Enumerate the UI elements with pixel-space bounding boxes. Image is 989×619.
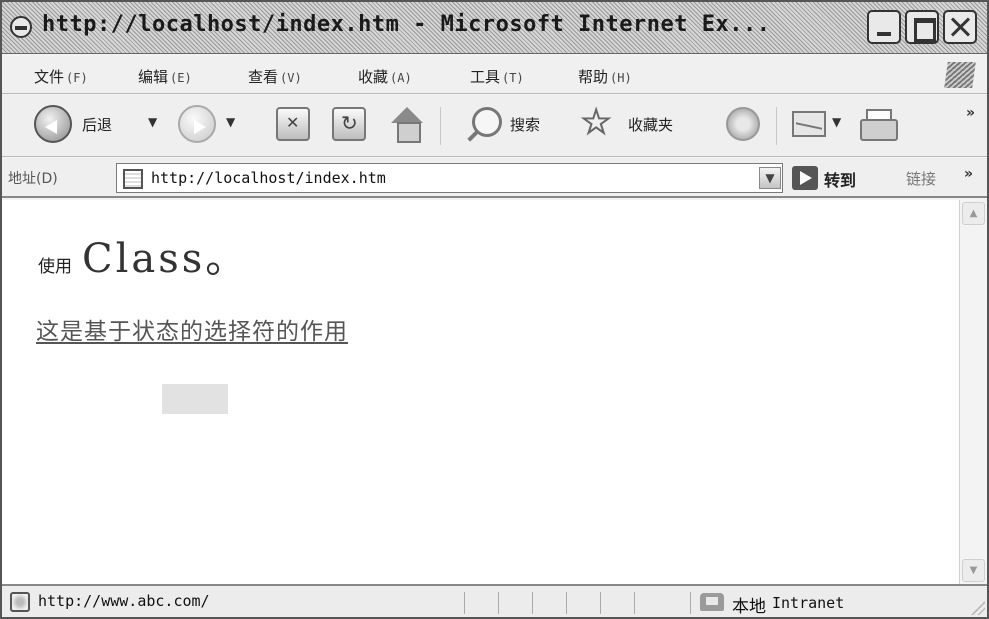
intranet-zone-icon [700, 593, 724, 611]
vertical-scrollbar[interactable]: ▲ ▼ [959, 200, 987, 584]
state-selector-link[interactable]: 这是基于状态的选择符的作用 [36, 312, 348, 346]
browser-window: http://localhost/index.htm - Microsoft I… [0, 0, 989, 619]
menu-favorites-accel: (A) [390, 71, 412, 85]
status-divider [532, 592, 533, 614]
page-content: 使用 Class。 这是基于状态的选择符的作用 [2, 200, 959, 584]
go-button-label[interactable]: 转到 [824, 167, 856, 191]
status-divider [690, 592, 691, 614]
zone-label-en: Intranet [772, 594, 845, 612]
favorites-star-icon[interactable]: ☆ [579, 104, 612, 141]
back-dropdown-icon[interactable]: ▼ [148, 115, 157, 129]
status-url: http://www.abc.com/ [38, 592, 210, 610]
status-page-icon [10, 592, 30, 612]
menu-file[interactable]: 文件 (F) [34, 66, 88, 87]
toolbar: 后退 ▼ ▼ 搜索 ☆ 收藏夹 ▼ » [2, 95, 987, 157]
chevron-down-icon[interactable]: ▼ [759, 167, 781, 189]
back-button-label[interactable]: 后退 [82, 114, 112, 135]
refresh-icon[interactable] [332, 107, 366, 141]
stop-icon[interactable] [276, 107, 310, 141]
address-label: 地址(D) [8, 171, 58, 187]
ie-page-icon [10, 16, 32, 38]
menu-help-label: 帮助 [578, 68, 609, 86]
address-url[interactable]: http://localhost/index.htm [151, 169, 386, 187]
toolbar-separator [440, 107, 441, 145]
menu-tools-label: 工具 [470, 68, 501, 86]
menu-favorites-label: 收藏 [358, 68, 389, 86]
resize-grip-icon[interactable] [971, 601, 985, 615]
page-icon [123, 169, 143, 189]
print-icon[interactable] [860, 109, 898, 141]
menu-edit[interactable]: 编辑 (E) [138, 66, 192, 87]
scroll-up-icon[interactable]: ▲ [962, 202, 985, 225]
links-more-chevron[interactable]: » [964, 166, 973, 182]
media-icon[interactable] [726, 107, 760, 141]
zone-label-cn: 本地 [732, 597, 766, 617]
mail-dropdown-icon[interactable]: ▼ [832, 115, 841, 129]
close-button[interactable] [943, 10, 977, 44]
title-bar: http://localhost/index.htm - Microsoft I… [2, 2, 987, 54]
links-label[interactable]: 链接 [906, 168, 936, 189]
status-divider [498, 592, 499, 614]
forward-dropdown-icon[interactable]: ▼ [226, 115, 235, 129]
heading-class-text: Class。 [82, 236, 249, 282]
minimize-button[interactable] [867, 10, 901, 44]
menu-tools[interactable]: 工具 (T) [470, 66, 524, 87]
forward-arrow-icon[interactable] [178, 105, 216, 143]
menu-edit-accel: (E) [170, 71, 192, 85]
status-divider [464, 592, 465, 614]
menu-bar: 文件 (F) 编辑 (E) 查看 (V) 收藏 (A) 工具 (T) 帮助 (H) [2, 56, 987, 94]
menu-help-accel: (H) [610, 71, 632, 85]
scroll-down-icon[interactable]: ▼ [962, 559, 985, 582]
menu-file-label: 文件 [34, 68, 65, 86]
menu-favorites[interactable]: 收藏 (A) [358, 66, 412, 87]
windows-logo-icon [944, 62, 976, 88]
window-title: http://localhost/index.htm - Microsoft I… [42, 12, 771, 37]
gray-box [162, 384, 228, 414]
search-button-label[interactable]: 搜索 [510, 114, 540, 135]
menu-view[interactable]: 查看 (V) [248, 66, 302, 87]
menu-help[interactable]: 帮助 (H) [578, 66, 632, 87]
status-divider [566, 592, 567, 614]
home-icon[interactable] [388, 107, 426, 143]
address-bar: 地址(D) http://localhost/index.htm ▼ 转到 链接… [2, 158, 987, 198]
search-icon[interactable] [472, 107, 502, 137]
menu-view-accel: (V) [280, 71, 302, 85]
heading-prefix: 使用 [38, 257, 72, 277]
page-heading: 使用 Class。 [38, 226, 248, 284]
mail-icon[interactable] [792, 111, 826, 137]
menu-file-accel: (F) [66, 71, 88, 85]
menu-view-label: 查看 [248, 68, 279, 86]
status-divider [634, 592, 635, 614]
menu-edit-label: 编辑 [138, 68, 169, 86]
status-bar: http://www.abc.com/ 本地 Intranet [2, 584, 987, 617]
address-input[interactable]: http://localhost/index.htm ▼ [116, 163, 783, 193]
go-arrow-icon[interactable] [792, 166, 818, 190]
status-divider [600, 592, 601, 614]
toolbar-separator [776, 107, 777, 145]
menu-tools-accel: (T) [502, 71, 524, 85]
favorites-button-label[interactable]: 收藏夹 [628, 114, 673, 135]
toolbar-more-chevron[interactable]: » [966, 105, 975, 121]
back-arrow-icon[interactable] [34, 105, 72, 143]
maximize-button[interactable] [905, 10, 939, 44]
